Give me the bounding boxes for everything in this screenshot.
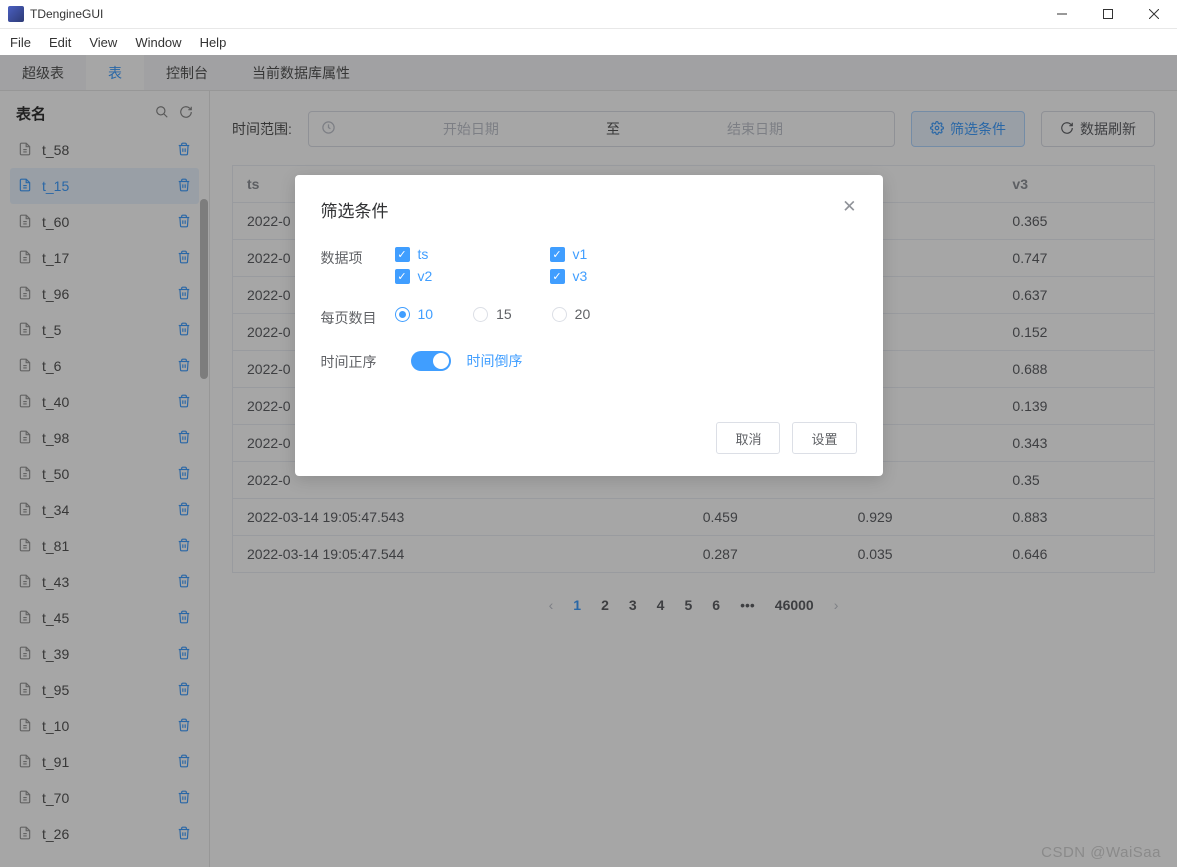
checkbox[interactable]: ✓v3 bbox=[550, 268, 705, 284]
filter-modal: 筛选条件 ✕ 数据项 ✓ts✓v1✓v2✓v3 每页数目 10 15 20 时间正序… bbox=[295, 175, 883, 476]
close-icon[interactable]: ✕ bbox=[842, 197, 856, 222]
check-icon: ✓ bbox=[395, 269, 410, 284]
close-button[interactable] bbox=[1131, 0, 1177, 29]
check-icon: ✓ bbox=[550, 247, 565, 262]
cancel-button[interactable]: 取消 bbox=[716, 422, 780, 454]
data-items-label: 数据项 bbox=[321, 246, 395, 268]
radio[interactable]: 20 bbox=[552, 306, 591, 322]
titlebar: TDengineGUI bbox=[0, 0, 1177, 29]
menu-item[interactable]: File bbox=[10, 35, 31, 50]
menu-item[interactable]: Window bbox=[135, 35, 181, 50]
radio-icon bbox=[395, 307, 410, 322]
radio[interactable]: 15 bbox=[473, 306, 512, 322]
radio[interactable]: 10 bbox=[395, 306, 434, 322]
window-title: TDengineGUI bbox=[30, 7, 103, 21]
check-icon: ✓ bbox=[550, 269, 565, 284]
modal-overlay[interactable]: 筛选条件 ✕ 数据项 ✓ts✓v1✓v2✓v3 每页数目 10 15 20 时间正序… bbox=[0, 55, 1177, 867]
maximize-button[interactable] bbox=[1085, 0, 1131, 29]
watermark: CSDN @WaiSaa bbox=[1041, 844, 1161, 861]
page-size-label: 每页数目 bbox=[321, 306, 395, 328]
menu-item[interactable]: Edit bbox=[49, 35, 71, 50]
checkbox[interactable]: ✓v1 bbox=[550, 246, 705, 262]
order-desc-label: 时间倒序 bbox=[467, 351, 523, 371]
order-asc-label: 时间正序 bbox=[321, 350, 395, 372]
order-switch[interactable] bbox=[411, 351, 451, 371]
radio-icon bbox=[552, 307, 567, 322]
checkbox[interactable]: ✓ts bbox=[395, 246, 550, 262]
window-controls bbox=[1039, 0, 1177, 29]
modal-title: 筛选条件 bbox=[321, 197, 389, 222]
checkbox[interactable]: ✓v2 bbox=[395, 268, 550, 284]
check-icon: ✓ bbox=[395, 247, 410, 262]
menu-item[interactable]: Help bbox=[200, 35, 227, 50]
menubar: File Edit View Window Help bbox=[0, 29, 1177, 55]
app-icon bbox=[8, 6, 24, 22]
apply-button[interactable]: 设置 bbox=[792, 422, 856, 454]
minimize-button[interactable] bbox=[1039, 0, 1085, 29]
menu-item[interactable]: View bbox=[89, 35, 117, 50]
radio-icon bbox=[473, 307, 488, 322]
